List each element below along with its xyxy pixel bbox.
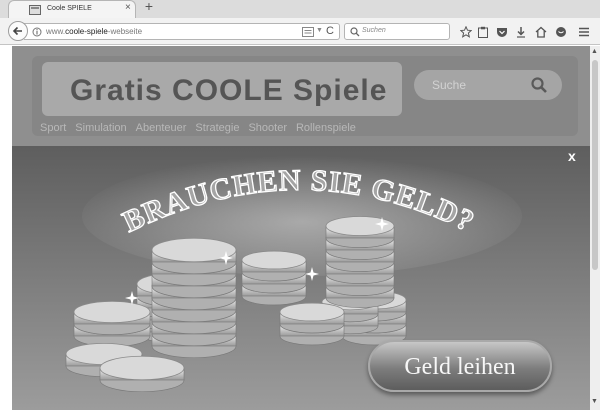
chevron-down-icon[interactable]: ▼ [316,27,323,34]
home-icon[interactable] [535,26,547,38]
reload-icon[interactable]: C [326,25,334,37]
site-header: Gratis COOLE Spiele Suche Sport Simulatio… [12,46,590,146]
coin-face [241,250,307,270]
coin-face [279,302,345,322]
page-favicon-icon [29,5,41,15]
back-arrow-icon [12,26,22,36]
search-icon[interactable] [530,76,548,94]
search-bar[interactable]: Suchen [344,23,450,40]
pocket-icon[interactable] [496,26,508,38]
search-icon [350,27,360,37]
ad-overlay: BRAUCHEN SIE GELD? x Geld leihen [12,146,590,410]
nav-item-rollenspiele[interactable]: Rollenspiele [296,122,356,134]
scroll-up-icon[interactable]: ▲ [591,48,598,55]
cta-label: Geld leihen [404,354,516,380]
site-logo-text: Gratis COOLE Spiele [70,74,388,107]
download-icon[interactable] [515,26,527,38]
coin-face [325,216,395,236]
coin-face [73,300,151,324]
chat-icon[interactable] [555,26,567,38]
star-icon[interactable] [460,26,472,38]
site-category-nav: Sport Simulation Abenteuer Strategie Shooter… [40,118,365,134]
site-info-icon[interactable] [32,27,42,37]
site-logo[interactable]: Gratis COOLE Spiele [42,62,402,116]
nav-item-shooter[interactable]: Shooter [248,122,287,134]
tab-title: Coole SPIELE [47,5,92,12]
close-ad-button[interactable]: x [568,148,576,164]
search-placeholder: Suchen [362,27,386,34]
site-search-placeholder: Suche [432,78,467,92]
scroll-down-icon[interactable]: ▼ [591,398,598,405]
nav-item-abenteuer[interactable]: Abenteuer [136,122,187,134]
url-text[interactable]: www.coole-spiele-webseite [46,27,186,36]
clipboard-icon[interactable] [477,26,489,38]
browser-tab[interactable]: Coole SPIELE × [8,0,136,18]
coin-face [99,355,185,381]
page-viewport: Gratis COOLE Spiele Suche Sport Simulatio… [0,46,600,410]
site-header-panel: Gratis COOLE Spiele Suche Sport Simulatio… [32,56,578,136]
back-button[interactable] [8,21,28,41]
scrollbar-thumb[interactable] [592,60,598,270]
site-search-input[interactable]: Suche [414,70,562,100]
nav-item-sport[interactable]: Sport [40,122,66,134]
tab-close-icon[interactable]: × [125,2,131,13]
geld-leihen-button[interactable]: Geld leihen [368,340,552,392]
tab-strip: Coole SPIELE × + [0,0,600,18]
reader-view-icon[interactable] [302,27,314,37]
menu-icon[interactable] [578,26,590,38]
nav-item-strategie[interactable]: Strategie [195,122,239,134]
new-tab-button[interactable]: + [140,0,158,14]
nav-item-simulation[interactable]: Simulation [75,122,126,134]
navigation-bar: www.coole-spiele-webseite ▼ C Suchen [0,18,600,45]
vertical-scrollbar[interactable]: ▲ ▼ [590,46,600,410]
address-bar[interactable]: www.coole-spiele-webseite ▼ C [24,23,340,40]
